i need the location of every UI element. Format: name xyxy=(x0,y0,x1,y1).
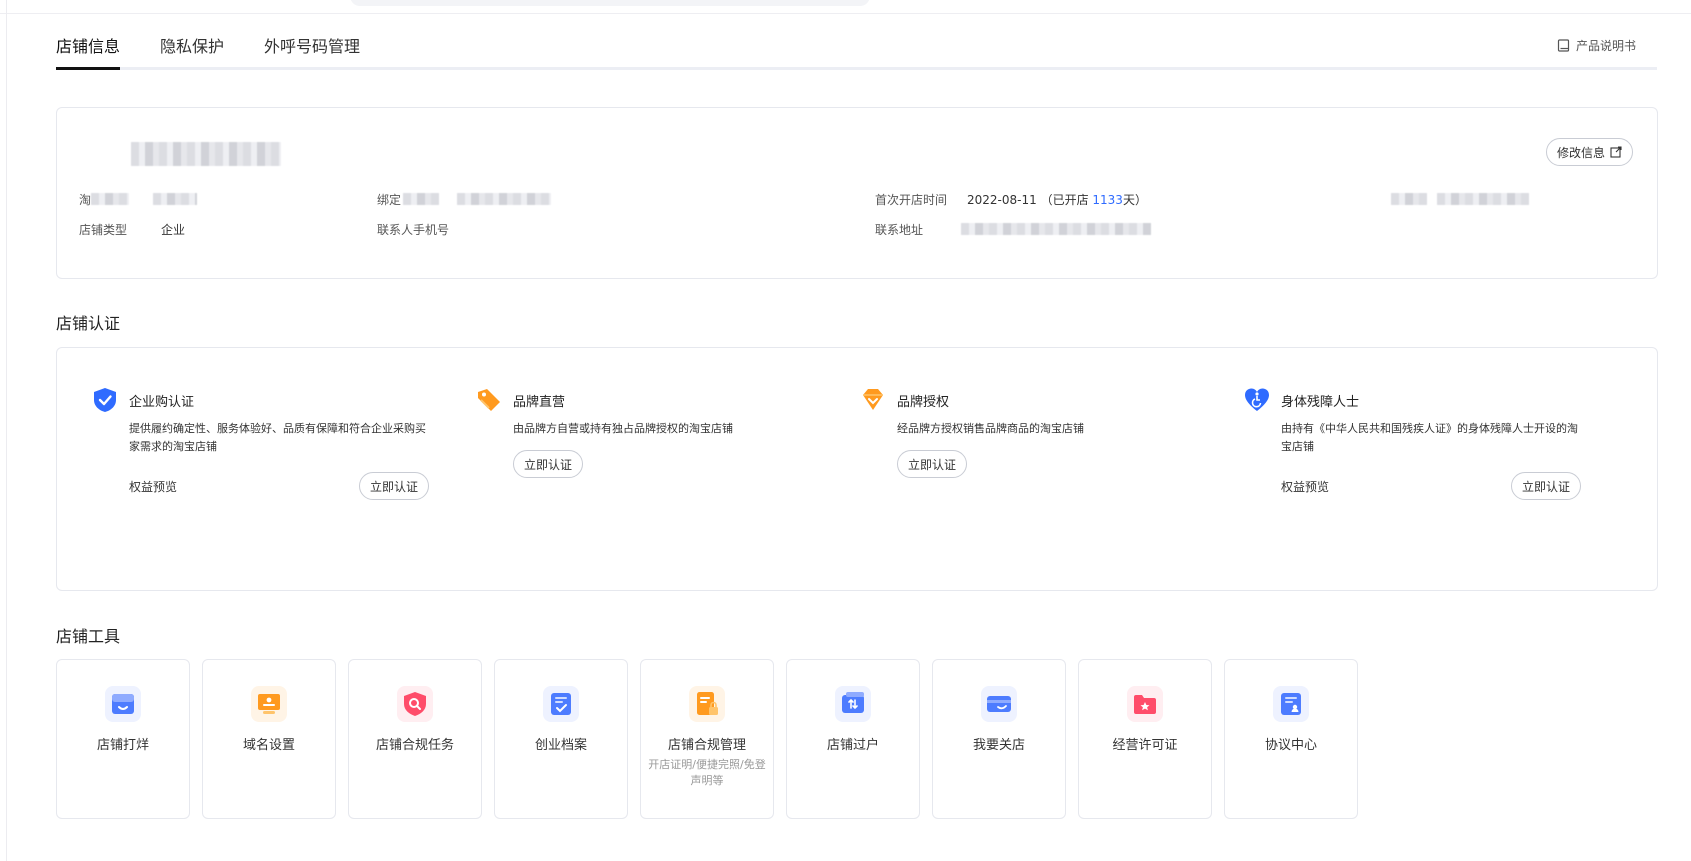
cert-card: 企业购认证 提供履约确定性、服务体验好、品质有保障和符合企业采购买家需求的淘宝店… xyxy=(56,347,1658,591)
tool-name: 协议中心 xyxy=(1264,738,1317,753)
certify-button[interactable]: 立即认证 xyxy=(897,450,968,478)
tool-shop-close[interactable]: 店铺打烊 xyxy=(56,659,190,819)
shield-check-icon xyxy=(94,388,116,412)
account-label: 淘 xyxy=(79,193,92,207)
product-manual-link[interactable]: 产品说明书 xyxy=(1557,37,1636,54)
tool-name: 经营许可证 xyxy=(1112,738,1178,753)
shop-info-card: 修改信息 淘 绑定 首次开店时间 2022-08-11 （已开店 1133天） … xyxy=(56,107,1658,279)
cert-enterprise: 企业购认证 提供履约确定性、服务体验好、品质有保障和符合企业采购买家需求的淘宝店… xyxy=(91,386,431,500)
tool-name: 店铺过户 xyxy=(826,738,879,753)
tools-grid: 店铺打烊 域名设置 店铺合规任务 创业档案 店铺合规管理 开店证明/便捷完照/免… xyxy=(56,659,1358,819)
bind-label-redacted xyxy=(403,193,439,205)
certify-button[interactable]: 立即认证 xyxy=(358,472,429,500)
diamond-icon xyxy=(863,389,883,410)
cert-name: 品牌直营 xyxy=(513,394,566,410)
edit-info-button[interactable]: 修改信息 xyxy=(1545,138,1633,166)
tool-agreement-center[interactable]: 协议中心 xyxy=(1224,659,1358,819)
cert-desc: 由持有《中华人民共和国残疾人证》的身体残障人士开设的淘宝店铺 xyxy=(1281,422,1578,453)
tab-underline-track xyxy=(56,67,1657,70)
cert-desc: 提供履约确定性、服务体验好、品质有保障和符合企业采购买家需求的淘宝店铺 xyxy=(129,422,426,453)
tab-underline-active xyxy=(56,67,120,70)
open-time-label: 首次开店时间 xyxy=(875,193,948,207)
benefit-preview-link[interactable]: 权益预览 xyxy=(129,478,177,495)
top-divider xyxy=(0,13,1691,14)
bind-value-redacted xyxy=(457,193,551,205)
contact-address-redacted xyxy=(961,223,1151,235)
benefit-preview-link[interactable]: 权益预览 xyxy=(1281,478,1329,495)
tab-privacy[interactable]: 隐私保护 xyxy=(160,36,224,70)
top-search-bar[interactable] xyxy=(350,0,870,6)
tool-name: 我要关店 xyxy=(972,738,1025,753)
product-manual-label: 产品说明书 xyxy=(1575,39,1636,53)
cert-name: 企业购认证 xyxy=(129,394,195,410)
cert-section-title: 店铺认证 xyxy=(56,314,121,333)
open-days: 1133 xyxy=(1092,193,1123,207)
tool-name: 创业档案 xyxy=(534,738,587,753)
cert-brand-authorized: 品牌授权 经品牌方授权销售品牌商品的淘宝店铺 立即认证 xyxy=(859,386,1199,478)
cert-desc: 经品牌方授权销售品牌商品的淘宝店铺 xyxy=(897,422,1084,435)
transfer-card-icon xyxy=(842,692,864,713)
tool-close-shop[interactable]: 我要关店 xyxy=(932,659,1066,819)
tool-name: 店铺合规管理 xyxy=(667,738,746,753)
cert-name: 品牌授权 xyxy=(897,394,950,410)
shop-type-label: 店铺类型 xyxy=(79,223,128,237)
external-link-icon xyxy=(1610,146,1622,158)
tool-business-license[interactable]: 经营许可证 xyxy=(1078,659,1212,819)
tool-shop-transfer[interactable]: 店铺过户 xyxy=(786,659,920,819)
extra-label-redacted xyxy=(1391,193,1427,205)
tools-section-title: 店铺工具 xyxy=(56,627,121,646)
tag-icon xyxy=(478,389,500,411)
edit-info-label: 修改信息 xyxy=(1556,145,1605,160)
tool-name: 店铺合规任务 xyxy=(375,738,454,753)
account-value-redacted xyxy=(153,193,197,205)
tool-name: 域名设置 xyxy=(242,738,295,753)
cert-disabled-owner: 身体残障人士 由持有《中华人民共和国残疾人证》的身体残障人士开设的淘宝店铺 权益… xyxy=(1243,386,1583,500)
tool-compliance-management[interactable]: 店铺合规管理 开店证明/便捷完照/免登声明等 xyxy=(640,659,774,819)
extra-value-redacted xyxy=(1437,193,1529,205)
heart-accessible-icon xyxy=(1245,388,1269,411)
archive-icon xyxy=(551,693,571,715)
domain-icon xyxy=(258,694,280,714)
left-edge-divider xyxy=(6,0,7,861)
license-folder-icon xyxy=(1134,695,1156,714)
tool-subtitle: 开店证明/便捷完照/免登声明等 xyxy=(648,758,766,787)
cert-name: 身体残障人士 xyxy=(1281,394,1360,410)
cert-desc: 由品牌方自营或持有独占品牌授权的淘宝店铺 xyxy=(513,422,733,435)
compliance-shield-icon xyxy=(404,692,426,716)
close-shop-card-icon xyxy=(987,696,1011,712)
tool-startup-archive[interactable]: 创业档案 xyxy=(494,659,628,819)
tool-compliance-task[interactable]: 店铺合规任务 xyxy=(348,659,482,819)
certify-button[interactable]: 立即认证 xyxy=(1510,472,1581,500)
tool-domain[interactable]: 域名设置 xyxy=(202,659,336,819)
bind-label: 绑定 xyxy=(377,193,402,207)
open-time-value: 2022-08-11 （已开店 1133天） xyxy=(967,191,1147,208)
tool-name: 店铺打烊 xyxy=(96,738,149,753)
open-suffix: 天） xyxy=(1122,193,1147,207)
shop-close-icon xyxy=(112,694,134,714)
certify-button[interactable]: 立即认证 xyxy=(513,450,584,478)
tab-shop-info[interactable]: 店铺信息 xyxy=(56,36,120,70)
document-lock-icon xyxy=(697,692,718,715)
contact-address-label: 联系地址 xyxy=(875,223,924,237)
shop-name-redacted xyxy=(131,142,281,166)
account-label-redacted xyxy=(91,193,129,205)
open-prefix: （已开店 xyxy=(1040,193,1093,207)
contact-phone-label: 联系人手机号 xyxy=(377,223,450,237)
open-date: 2022-08-11 xyxy=(967,193,1037,207)
shop-type-value: 企业 xyxy=(161,223,186,237)
agreement-icon xyxy=(1281,693,1301,715)
tab-outbound-numbers[interactable]: 外呼号码管理 xyxy=(264,36,360,70)
tab-bar: 店铺信息 隐私保护 外呼号码管理 xyxy=(56,36,1656,70)
book-icon xyxy=(1557,39,1570,52)
cert-brand-direct: 品牌直营 由品牌方自营或持有独占品牌授权的淘宝店铺 立即认证 xyxy=(475,386,815,478)
